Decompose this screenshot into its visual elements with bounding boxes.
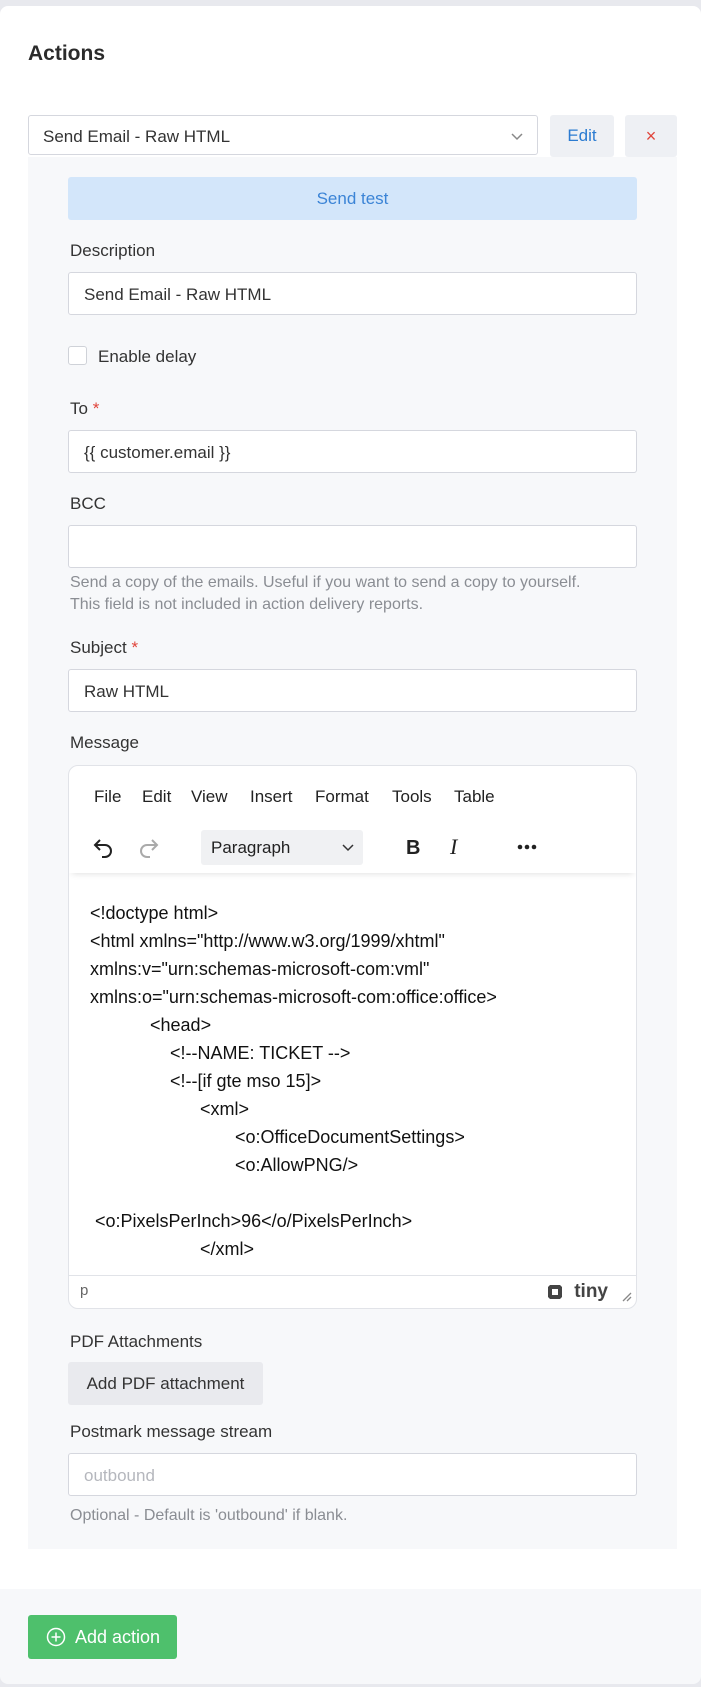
menu-file[interactable]: File: [94, 787, 121, 807]
bcc-input[interactable]: [68, 525, 637, 568]
add-action-label: Add action: [75, 1627, 161, 1647]
subject-value: Raw HTML: [84, 682, 170, 701]
editor-content[interactable]: <!doctype html> <html xmlns="http://www.w…: [90, 899, 497, 1263]
element-path[interactable]: p: [80, 1282, 88, 1299]
code-line: <xml>: [90, 1099, 250, 1119]
action-row: Send Email - Raw HTML Edit ×: [28, 115, 677, 157]
code-line: xmlns:v="urn:schemas-microsoft-com:vml": [90, 959, 430, 979]
block-format-value: Paragraph: [211, 838, 291, 857]
enable-delay-checkbox[interactable]: [68, 346, 87, 365]
enable-delay-label: Enable delay: [98, 347, 197, 366]
pdf-attachments-label: PDF Attachments: [70, 1332, 203, 1351]
required-marker: *: [92, 399, 100, 418]
bold-icon[interactable]: B: [401, 835, 425, 859]
menu-view[interactable]: View: [191, 787, 228, 807]
description-value: Send Email - Raw HTML: [84, 285, 272, 304]
add-action-button[interactable]: Add action: [28, 1615, 177, 1659]
chevron-down-icon: [342, 844, 354, 852]
code-line: </xml>: [90, 1239, 255, 1259]
code-line: xmlns:o="urn:schemas-microsoft-com:offic…: [90, 987, 497, 1007]
to-label: To *: [70, 399, 100, 418]
subject-input[interactable]: Raw HTML: [68, 669, 637, 712]
subject-label: Subject *: [70, 638, 139, 657]
code-line: <!--NAME: TICKET -->: [90, 1043, 351, 1063]
svg-text:I: I: [449, 835, 459, 859]
resize-grip-icon[interactable]: [620, 1290, 632, 1302]
description-label: Description: [70, 241, 156, 260]
svg-text:B: B: [406, 837, 420, 859]
postmark-stream-label: Postmark message stream: [70, 1422, 273, 1441]
menu-format[interactable]: Format: [315, 787, 369, 807]
postmark-stream-input[interactable]: outbound: [68, 1453, 637, 1496]
menu-tools[interactable]: Tools: [392, 787, 432, 807]
code-line: <o:PixelsPerInch>96</o/PixelsPerInch>: [90, 1211, 413, 1231]
required-marker: *: [131, 638, 139, 657]
bcc-help: Send a copy of the emails. Useful if you…: [70, 574, 581, 613]
postmark-help: Optional - Default is 'outbound' if blan…: [70, 1507, 348, 1524]
bcc-label: BCC: [70, 494, 106, 513]
to-value: {{ customer.email }}: [84, 443, 231, 462]
editor-toolbar: Paragraph B I: [69, 821, 636, 873]
tiny-brand[interactable]: tiny: [574, 1281, 608, 1303]
menu-table[interactable]: Table: [454, 787, 495, 807]
plus-circle-icon: [46, 1627, 66, 1647]
code-line: <o:AllowPNG/>: [90, 1155, 359, 1175]
menu-insert[interactable]: Insert: [250, 787, 293, 807]
more-icon[interactable]: [515, 835, 539, 859]
editor-statusbar: p tiny: [69, 1275, 636, 1308]
edit-button[interactable]: Edit: [550, 115, 614, 157]
actions-footer: Add action: [0, 1589, 701, 1684]
action-type-value: Send Email - Raw HTML: [43, 127, 231, 146]
undo-icon[interactable]: [91, 835, 115, 859]
code-line: <head>: [90, 1015, 212, 1035]
code-line: <o:OfficeDocumentSettings>: [90, 1127, 465, 1147]
italic-icon[interactable]: I: [443, 835, 467, 859]
code-line: <!doctype html>: [90, 903, 219, 923]
code-line: <html xmlns="http://www.w3.org/1999/xhtm…: [90, 931, 445, 951]
message-label: Message: [70, 733, 139, 752]
action-type-select[interactable]: Send Email - Raw HTML: [28, 115, 538, 155]
chevron-down-icon: [511, 133, 523, 141]
section-title: Actions: [28, 42, 106, 65]
add-pdf-attachment-button[interactable]: Add PDF attachment: [68, 1362, 263, 1405]
redo-icon[interactable]: [137, 835, 161, 859]
tiny-logo-icon: [548, 1285, 562, 1299]
to-input[interactable]: {{ customer.email }}: [68, 430, 637, 473]
block-format-select[interactable]: Paragraph: [201, 830, 363, 865]
editor-menubar: File Edit View Insert Format Tools Table: [69, 766, 636, 821]
menu-edit[interactable]: Edit: [142, 787, 171, 807]
postmark-stream-placeholder: outbound: [84, 1466, 155, 1485]
actions-card: Actions Send Email - Raw HTML Edit × Sen…: [0, 6, 701, 1684]
send-test-button[interactable]: Send test: [68, 177, 637, 220]
remove-action-button[interactable]: ×: [625, 115, 677, 157]
message-editor: File Edit View Insert Format Tools Table…: [68, 765, 637, 1309]
action-settings-panel: Send test Description Send Email - Raw H…: [28, 157, 677, 1549]
code-line: <!--[if gte mso 15]>: [90, 1071, 322, 1091]
description-input[interactable]: Send Email - Raw HTML: [68, 272, 637, 315]
